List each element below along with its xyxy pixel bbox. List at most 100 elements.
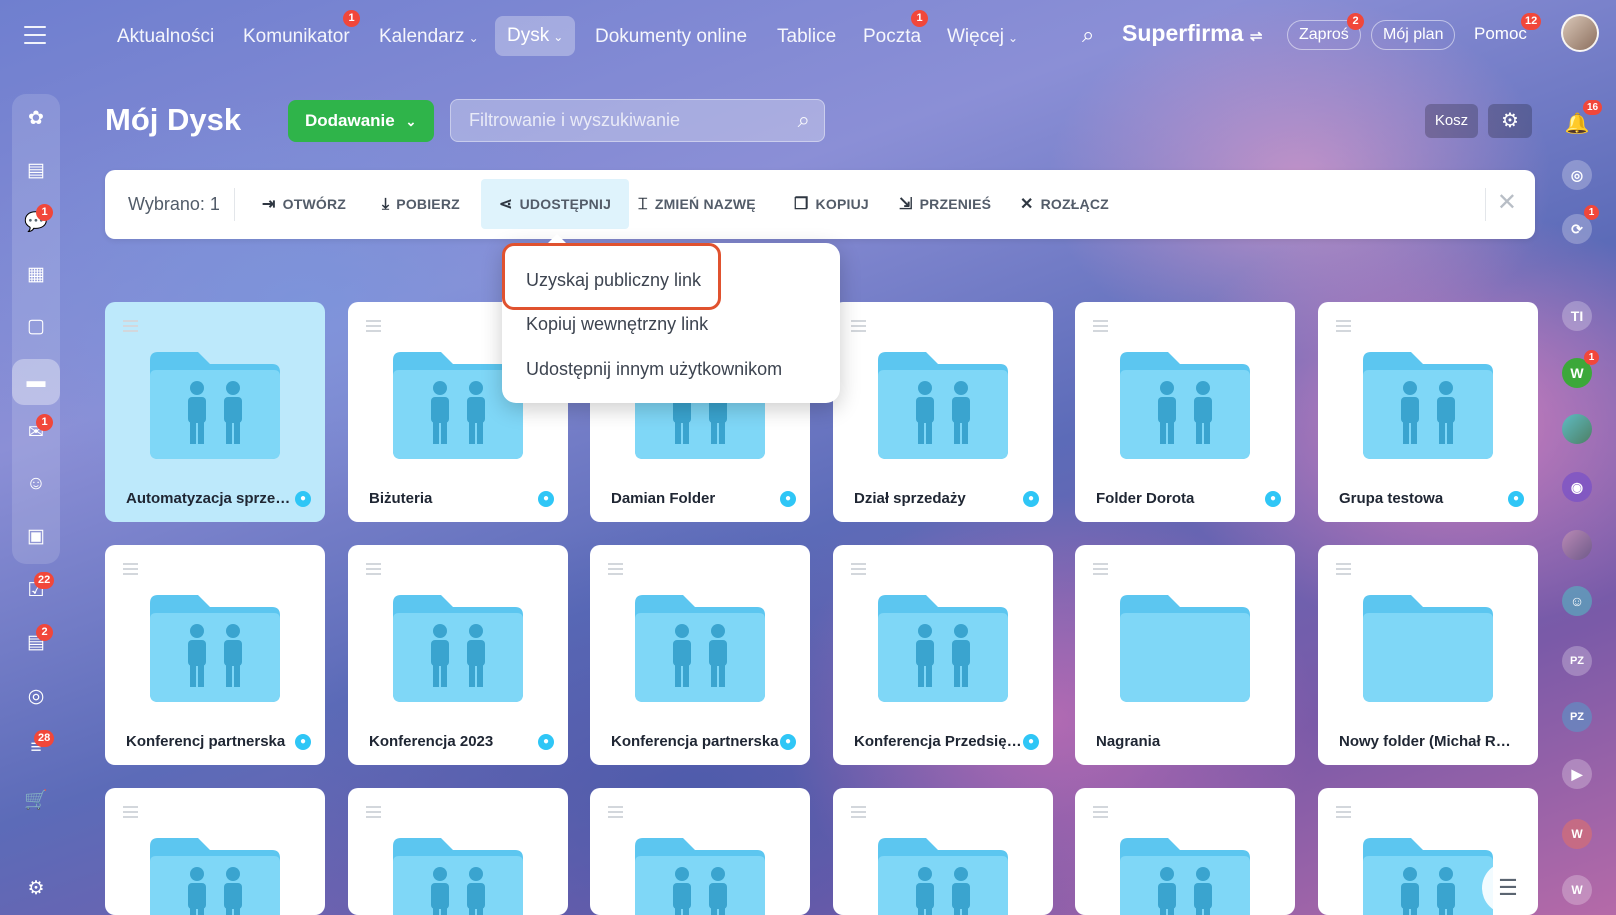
drag-handle-icon[interactable] xyxy=(1336,563,1351,578)
nav-poczta[interactable]: Poczta xyxy=(863,22,921,52)
mail-badge: 1 xyxy=(36,414,53,431)
folder-card[interactable]: Folder Dorota ● xyxy=(1075,302,1295,522)
folder-card[interactable]: Konferencja partnerska ● xyxy=(590,545,810,765)
drag-handle-icon[interactable] xyxy=(1336,320,1351,335)
drag-handle-icon[interactable] xyxy=(366,320,381,335)
search-icon[interactable]: ⌕ xyxy=(1082,22,1094,48)
move-button[interactable]: ⇲ PRZENIEŚ xyxy=(899,170,991,239)
group-avatar[interactable] xyxy=(1562,414,1592,444)
folder-card[interactable]: Konferencja 2023 ● xyxy=(348,545,568,765)
users-icon[interactable]: ☺ xyxy=(1562,586,1592,616)
drag-handle-icon[interactable] xyxy=(1093,563,1108,578)
download-button[interactable]: ⤓ POBIERZ xyxy=(382,170,460,239)
nav-aktualnosci[interactable]: Aktualności xyxy=(117,22,214,52)
cart-icon[interactable]: 🛒 xyxy=(22,786,50,814)
share-with-users-item[interactable]: Udostępnij innym użytkownikom xyxy=(526,359,782,380)
drag-handle-icon[interactable] xyxy=(851,806,866,821)
brand-name[interactable]: Superfirma ⇌ xyxy=(1122,20,1262,47)
drag-handle-icon[interactable] xyxy=(366,563,381,578)
detach-button[interactable]: ✕ ROZŁĄCZ xyxy=(1020,170,1109,239)
folder-card[interactable] xyxy=(348,788,568,915)
toolbar-divider xyxy=(1485,188,1486,221)
nav-dokumenty-online[interactable]: Dokumenty online xyxy=(595,22,747,52)
plan-button[interactable]: Mój plan xyxy=(1371,20,1456,50)
folder-card[interactable] xyxy=(105,788,325,915)
folder-name: Konferencj partnerska xyxy=(126,733,286,750)
nav-label: Dokumenty online xyxy=(595,26,748,47)
copy-button[interactable]: ❐ KOPIUJ xyxy=(794,170,869,239)
copy-internal-link-item[interactable]: Kopiuj wewnętrzny link xyxy=(526,314,708,335)
compass-icon[interactable]: ◎ xyxy=(1562,160,1592,190)
search-icon[interactable]: ⌕ xyxy=(798,107,810,133)
drag-handle-icon[interactable] xyxy=(1336,806,1351,821)
folder-icon xyxy=(150,595,280,702)
folder-name: Automatyzacja sprzedaży xyxy=(126,490,298,507)
avatar-ti[interactable]: TI xyxy=(1562,301,1592,331)
avatar-w-3[interactable]: W xyxy=(1562,875,1592,905)
share-button[interactable]: ⋖ UDOSTĘPNIJ xyxy=(481,179,630,229)
folder-card[interactable]: Nagrania xyxy=(1075,545,1295,765)
gear-icon[interactable]: ⚙ xyxy=(1488,104,1532,138)
avatar-w-2[interactable]: W xyxy=(1562,819,1592,849)
folder-card[interactable]: Konferencj partnerska ● xyxy=(105,545,325,765)
chevron-down-icon: ⌄ xyxy=(405,114,417,129)
nav-kalendarz[interactable]: Kalendarz ⌄ xyxy=(379,22,479,52)
presentation-icon[interactable]: ▣ xyxy=(22,522,50,550)
search-box[interactable]: ⌕ xyxy=(450,99,825,142)
drag-handle-icon[interactable] xyxy=(123,320,138,335)
drag-handle-icon[interactable] xyxy=(366,806,381,821)
chat-badge: 1 xyxy=(36,204,53,221)
chat-list-icon[interactable]: ☰ xyxy=(1482,862,1534,914)
avatar-pz[interactable]: PZ xyxy=(1562,646,1592,676)
nav-komunikator[interactable]: Komunikator xyxy=(243,22,350,52)
drag-handle-icon[interactable] xyxy=(608,563,623,578)
action-toolbar: Wybrano: 1 ⇥ OTWÓRZ ⤓ POBIERZ ⋖ UDOSTĘPNIJ … xyxy=(105,170,1535,239)
photo-avatar[interactable] xyxy=(1562,530,1592,560)
contacts-icon[interactable]: ☺ xyxy=(22,470,50,498)
drive-icon[interactable]: ▬ xyxy=(12,359,60,405)
document-icon[interactable]: ▢ xyxy=(22,312,50,340)
shared-icon: ● xyxy=(295,491,311,507)
open-button[interactable]: ⇥ OTWÓRZ xyxy=(262,170,346,239)
notifications-badge: 16 xyxy=(1583,100,1603,115)
nav-dysk[interactable]: Dysk ⌄ xyxy=(495,16,576,56)
drag-handle-icon[interactable] xyxy=(851,320,866,335)
menu-icon[interactable] xyxy=(24,26,46,44)
rename-button[interactable]: ⌶ ZMIEŃ NAZWĘ xyxy=(638,170,756,239)
folder-card[interactable]: Nowy folder (Michał Radomski) xyxy=(1318,545,1538,765)
drag-handle-icon[interactable] xyxy=(851,563,866,578)
close-icon[interactable]: ✕ xyxy=(1497,188,1517,217)
detach-label: ROZŁĄCZ xyxy=(1040,196,1109,212)
folder-card[interactable]: Dział sprzedaży ● xyxy=(833,302,1053,522)
nav-wiecej[interactable]: Więcej ⌄ xyxy=(947,22,1018,52)
user-avatar[interactable] xyxy=(1561,14,1599,52)
selected-count: Wybrano: 1 xyxy=(128,194,220,214)
drag-handle-icon[interactable] xyxy=(123,806,138,821)
drag-handle-icon[interactable] xyxy=(1093,320,1108,335)
trash-button[interactable]: Kosz xyxy=(1425,104,1478,138)
drag-handle-icon[interactable] xyxy=(123,563,138,578)
collab-icon[interactable]: ✿ xyxy=(22,104,50,132)
feed-icon[interactable]: ▤ xyxy=(22,156,50,184)
drag-handle-icon[interactable] xyxy=(608,806,623,821)
target-icon[interactable]: ◎ xyxy=(22,682,50,710)
calendar-icon[interactable]: ▦ xyxy=(22,260,50,288)
folder-card[interactable] xyxy=(833,788,1053,915)
search-input[interactable] xyxy=(469,100,769,141)
video-icon[interactable]: ▶ xyxy=(1562,759,1592,789)
avatar-pz-2[interactable]: PZ xyxy=(1562,702,1592,732)
folder-name: Nowy folder (Michał Radomski) xyxy=(1339,733,1511,750)
folder-card[interactable] xyxy=(590,788,810,915)
help-button[interactable]: Pomoc xyxy=(1474,24,1527,44)
openline-icon[interactable]: ◉ xyxy=(1562,472,1592,502)
nav-tablice[interactable]: Tablice xyxy=(777,22,836,52)
drag-handle-icon[interactable] xyxy=(1093,806,1108,821)
folder-card[interactable]: Konferencja Przedsiębiorców● xyxy=(833,545,1053,765)
open-label: OTWÓRZ xyxy=(282,196,347,212)
folder-card[interactable]: Automatyzacja sprzedaży ● xyxy=(105,302,325,522)
folder-card[interactable] xyxy=(1075,788,1295,915)
folder-card[interactable]: Grupa testowa ● xyxy=(1318,302,1538,522)
add-button[interactable]: Dodawanie ⌄ xyxy=(288,100,434,142)
nav-label: Komunikator xyxy=(243,26,350,47)
settings-icon[interactable]: ⚙ xyxy=(22,874,50,902)
